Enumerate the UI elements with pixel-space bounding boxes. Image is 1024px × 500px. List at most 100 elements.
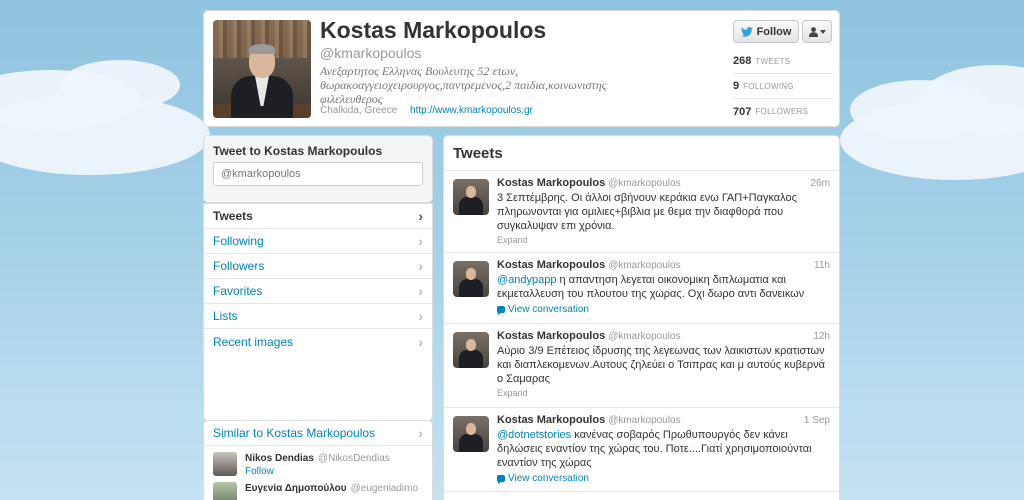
conversation-icon bbox=[497, 306, 505, 315]
profile-stats: 268 TWEETS 9 FOLLOWING 707 FOLLOWERS bbox=[733, 49, 833, 124]
tweet-mention[interactable]: @dotnetstories bbox=[497, 429, 571, 441]
tweet-timestamp[interactable]: 26m bbox=[811, 178, 830, 189]
view-conversation-link[interactable]: View conversation bbox=[497, 473, 589, 484]
tweet-text: @dotnetstories κανένας σοβαρός Πρωθυπουρ… bbox=[497, 428, 827, 470]
expand-link[interactable]: Expand bbox=[497, 235, 528, 245]
conversation-icon bbox=[497, 475, 505, 484]
tweet-body: Αύριο 3/9 Επέτειος ίδρυσης της λεγεωνας … bbox=[497, 345, 825, 385]
tweet-text: 3 Σεπτέμβρης. Οι άλλοι σβήνουν κεράκια ε… bbox=[497, 191, 827, 233]
avatar[interactable] bbox=[213, 452, 237, 476]
tweet-to-title: Tweet to Kostas Markopoulos bbox=[213, 144, 383, 158]
tweet-author[interactable]: Kostas Markopoulos @kmarkopoulos bbox=[497, 259, 681, 271]
nav-item-recent-images[interactable]: Recent images › bbox=[204, 329, 432, 354]
view-conversation-label: View conversation bbox=[508, 473, 589, 484]
chevron-right-icon: › bbox=[418, 425, 423, 441]
avatar[interactable] bbox=[453, 416, 489, 452]
nav-item-label: Favorites bbox=[213, 284, 263, 298]
tweet-item[interactable]: Kostas Markopoulos @kmarkopoulos 12h Αύρι… bbox=[444, 324, 839, 408]
nav-item-lists[interactable]: Lists › bbox=[204, 304, 432, 329]
stat-tweets[interactable]: 268 TWEETS bbox=[733, 49, 833, 74]
similar-user-name[interactable]: Nikos Dendias @NikosDendias bbox=[245, 453, 390, 464]
nav-item-label: Tweets bbox=[213, 209, 253, 223]
tweet-item[interactable]: Kostas Markopoulos @kmarkopoulos 11h @and… bbox=[444, 253, 839, 324]
profile-bio: Ανεξαρτητος Ελληνας Βουλευτης 52 ετων, θ… bbox=[320, 64, 607, 106]
stat-count: 9 bbox=[733, 80, 740, 92]
stat-count: 707 bbox=[733, 105, 752, 118]
tweet-author-handle: @kmarkopoulos bbox=[608, 178, 681, 189]
nav-item-label: Following bbox=[213, 234, 264, 248]
tweet-body: 3 Σεπτέμβρης. Οι άλλοι σβήνουν κεράκια ε… bbox=[497, 192, 797, 232]
tweet-text: Αύριο 3/9 Επέτειος ίδρυσης της λεγεωνας … bbox=[497, 344, 827, 386]
background-cloud bbox=[0, 95, 210, 175]
tweets-heading: Tweets bbox=[444, 136, 839, 171]
tweet-to-card: Tweet to Kostas Markopoulos bbox=[203, 135, 433, 203]
similar-user-name[interactable]: Ευγενία Δημοπούλου @eugeniadimo bbox=[245, 483, 418, 494]
tweet-author-handle: @kmarkopoulos bbox=[608, 260, 681, 271]
follow-link[interactable]: Follow bbox=[245, 466, 274, 477]
user-handle: @eugeniadimo bbox=[350, 483, 419, 494]
profile-header-card: Kostas Markopoulos @kmarkopoulos Ανεξαρτ… bbox=[203, 10, 840, 127]
avatar[interactable] bbox=[453, 332, 489, 368]
user-actions-dropdown[interactable] bbox=[802, 20, 832, 43]
nav-item-followers[interactable]: Followers › bbox=[204, 254, 432, 279]
profile-nav: Tweets › Following › Followers › Favorit… bbox=[203, 203, 433, 421]
avatar[interactable] bbox=[453, 179, 489, 215]
similar-users-title: Similar to Kostas Markopoulos bbox=[213, 426, 376, 440]
nav-item-label: Followers bbox=[213, 259, 265, 273]
similar-user-item: Nikos Dendias @NikosDendias Follow bbox=[204, 450, 432, 480]
chevron-right-icon: › bbox=[418, 233, 423, 249]
tweet-mention[interactable]: @andypapp bbox=[497, 274, 557, 286]
follow-button-label: Follow bbox=[756, 25, 792, 38]
tweet-to-input[interactable] bbox=[213, 162, 423, 186]
tweet-item[interactable]: Kostas Markopoulos @kmarkopoulos 1 Sep @d… bbox=[444, 408, 839, 492]
similar-users-card: Similar to Kostas Markopoulos › Nikos De… bbox=[203, 420, 433, 500]
chevron-right-icon: › bbox=[418, 308, 423, 324]
tweet-timestamp[interactable]: 11h bbox=[814, 260, 830, 271]
stat-followers[interactable]: 707 FOLLOWERS bbox=[733, 99, 833, 124]
similar-user-item: Ευγενία Δημοπούλου @eugeniadimo bbox=[204, 480, 432, 500]
nav-item-tweets[interactable]: Tweets › bbox=[204, 204, 432, 229]
profile-name: Kostas Markopoulos bbox=[320, 17, 547, 43]
chevron-right-icon: › bbox=[418, 333, 423, 350]
profile-avatar[interactable] bbox=[213, 20, 311, 118]
user-name: Ευγενία Δημοπούλου bbox=[245, 483, 347, 494]
nav-item-label: Lists bbox=[213, 309, 238, 323]
view-conversation-link[interactable]: View conversation bbox=[497, 304, 589, 315]
expand-link[interactable]: Expand bbox=[497, 388, 528, 398]
user-icon bbox=[808, 26, 818, 37]
tweet-timestamp[interactable]: 1 Sep bbox=[804, 415, 830, 426]
tweet-text: @andypapp η απαντηση λεγεται οικονομικη … bbox=[497, 273, 827, 301]
tweet-item[interactable]: Kostas Markopoulos @kmarkopoulos 26m 3 Σε… bbox=[444, 171, 839, 253]
tweet-author[interactable]: Kostas Markopoulos @kmarkopoulos bbox=[497, 330, 681, 342]
chevron-right-icon: › bbox=[418, 283, 423, 299]
stat-label: TWEETS bbox=[755, 56, 791, 66]
tweet-timestamp[interactable]: 12h bbox=[813, 331, 830, 342]
profile-handle: @kmarkopoulos bbox=[320, 45, 422, 61]
nav-item-following[interactable]: Following › bbox=[204, 229, 432, 254]
profile-meta: Chalkida, Greece http://www.kmarkopoulos… bbox=[320, 105, 533, 116]
similar-users-header[interactable]: Similar to Kostas Markopoulos › bbox=[204, 421, 432, 446]
tweet-author-name: Kostas Markopoulos bbox=[497, 414, 606, 426]
nav-item-favorites[interactable]: Favorites › bbox=[204, 279, 432, 304]
twitter-bird-icon bbox=[740, 26, 753, 37]
user-name: Nikos Dendias bbox=[245, 453, 314, 464]
stat-label: FOLLOWING bbox=[743, 81, 794, 91]
tweet-author-handle: @kmarkopoulos bbox=[608, 331, 681, 342]
tweet-author[interactable]: Kostas Markopoulos @kmarkopoulos bbox=[497, 177, 681, 189]
nav-item-label: Recent images bbox=[213, 334, 294, 349]
profile-url-link[interactable]: http://www.kmarkopoulos.gr bbox=[410, 105, 533, 116]
tweet-author-handle: @kmarkopoulos bbox=[608, 415, 681, 426]
tweet-author-name: Kostas Markopoulos bbox=[497, 259, 606, 271]
stat-count: 268 bbox=[733, 55, 752, 67]
caret-down-icon bbox=[819, 29, 826, 34]
tweet-author-name: Kostas Markopoulos bbox=[497, 330, 606, 342]
chevron-right-icon: › bbox=[418, 208, 423, 224]
avatar[interactable] bbox=[213, 482, 237, 500]
view-conversation-label: View conversation bbox=[508, 304, 589, 315]
follow-button[interactable]: Follow bbox=[733, 20, 799, 43]
tweet-author[interactable]: Kostas Markopoulos @kmarkopoulos bbox=[497, 414, 681, 426]
avatar[interactable] bbox=[453, 261, 489, 297]
tweets-timeline: Tweets Kostas Markopoulos @kmarkopoulos 2… bbox=[443, 135, 840, 500]
stat-following[interactable]: 9 FOLLOWING bbox=[733, 74, 833, 99]
chevron-right-icon: › bbox=[418, 258, 423, 274]
